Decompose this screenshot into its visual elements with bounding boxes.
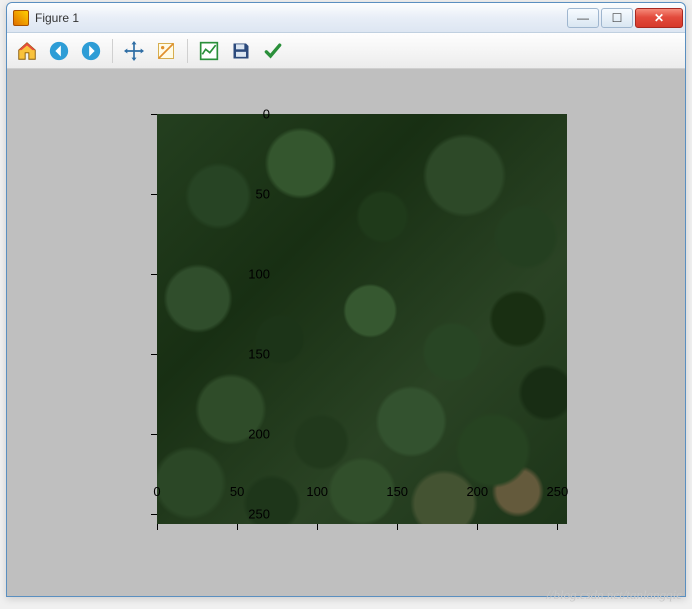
back-button[interactable] xyxy=(45,37,73,65)
x-tick-label: 150 xyxy=(386,484,408,499)
toolbar-separator xyxy=(112,39,113,63)
y-tick-label: 100 xyxy=(240,267,270,282)
close-button[interactable]: ✕ xyxy=(635,8,683,28)
check-icon xyxy=(263,41,283,61)
home-icon xyxy=(16,40,38,62)
x-tick-label: 0 xyxy=(153,484,160,499)
pan-icon xyxy=(124,41,144,61)
forest-image xyxy=(157,114,567,524)
y-tick-label: 0 xyxy=(240,107,270,122)
figure-window: Figure 1 — ☐ ✕ xyxy=(6,2,686,597)
y-tick-label: 200 xyxy=(240,427,270,442)
home-button[interactable] xyxy=(13,37,41,65)
zoom-button[interactable] xyxy=(152,37,180,65)
axes xyxy=(157,114,567,524)
back-icon xyxy=(48,40,70,62)
toolbar-separator xyxy=(187,39,188,63)
titlebar[interactable]: Figure 1 — ☐ ✕ xyxy=(7,3,685,33)
check-button[interactable] xyxy=(259,37,287,65)
save-button[interactable] xyxy=(227,37,255,65)
window-title: Figure 1 xyxy=(35,11,79,25)
subplots-icon xyxy=(199,41,219,61)
forward-button[interactable] xyxy=(77,37,105,65)
zoom-icon xyxy=(156,41,176,61)
y-tick-label: 50 xyxy=(240,187,270,202)
maximize-button[interactable]: ☐ xyxy=(601,8,633,28)
window-controls: — ☐ ✕ xyxy=(565,8,683,28)
y-tick-label: 250 xyxy=(240,507,270,522)
toolbar xyxy=(7,33,685,69)
x-tick-label: 250 xyxy=(547,484,569,499)
x-tick-label: 200 xyxy=(466,484,488,499)
x-tick-label: 100 xyxy=(306,484,328,499)
minimize-button[interactable]: — xyxy=(567,8,599,28)
pan-button[interactable] xyxy=(120,37,148,65)
app-icon xyxy=(13,10,29,26)
x-tick-label: 50 xyxy=(230,484,244,499)
y-tick-label: 150 xyxy=(240,347,270,362)
save-icon xyxy=(231,41,251,61)
plot-canvas[interactable]: 0 50 100 150 200 250 0 50 100 150 200 25… xyxy=(7,69,685,596)
forward-icon xyxy=(80,40,102,62)
subplots-button[interactable] xyxy=(195,37,223,65)
plot-image xyxy=(157,114,567,524)
